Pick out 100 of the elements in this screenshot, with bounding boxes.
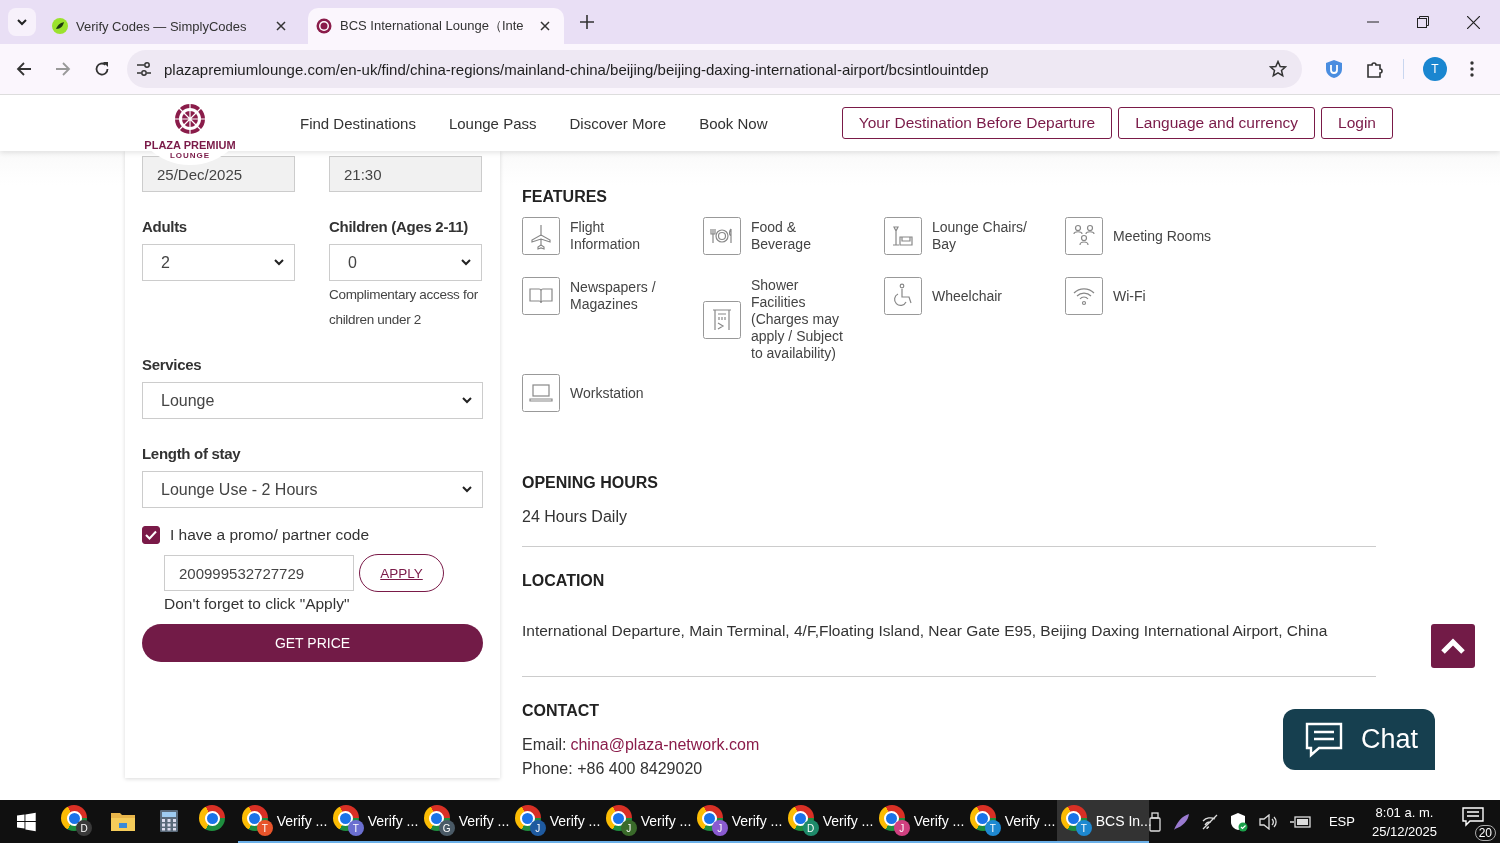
new-tab-icon[interactable] (580, 15, 594, 29)
chrome-icon (332, 805, 359, 831)
taskbar-app[interactable]: J Verify ... (874, 800, 966, 843)
field-label: Children (Ages 2-11) (329, 218, 470, 235)
windows-start-icon[interactable] (17, 811, 36, 832)
taskbar-app[interactable]: J Verify ... (601, 800, 693, 843)
plane-icon (522, 217, 560, 255)
close-icon[interactable] (1467, 16, 1480, 29)
field-label: Services (142, 356, 203, 373)
header-button[interactable]: Language and currency (1118, 107, 1316, 139)
nav-link[interactable]: Lounge Pass (448, 114, 537, 132)
services-select[interactable]: Lounge (142, 382, 483, 419)
chat-bubble-icon (1303, 721, 1345, 758)
feature-label: Shower Facilities (Charges may apply / Subject to availability) (751, 277, 844, 362)
chevron-down-icon (462, 486, 472, 493)
site-settings-icon[interactable] (136, 61, 152, 77)
section-heading: LOCATION (522, 572, 606, 590)
clock-date[interactable]: 25/12/2025 (1371, 821, 1437, 841)
checkbox[interactable] (142, 526, 160, 544)
apply-button[interactable]: APPLY (359, 554, 444, 592)
wifi-icon (1065, 277, 1103, 315)
book-icon (522, 277, 560, 315)
hint-text: Don't forget to click "Apply" (164, 595, 351, 613)
phone-text: Phone: +86 400 8429020 (522, 760, 704, 778)
nav-link[interactable]: Find Destinations (300, 114, 416, 132)
wheelchair-icon (884, 277, 922, 315)
taskbar-app[interactable]: D (53, 800, 100, 843)
taskbar-app[interactable]: T Verify ... (237, 800, 329, 843)
nav-link[interactable]: Book Now (699, 114, 768, 132)
chevron-down-icon (16, 16, 28, 28)
email-label: Email: (522, 736, 567, 754)
length-select[interactable]: Lounge Use - 2 Hours (142, 471, 483, 508)
field-label: Adults (142, 218, 188, 235)
menu-icon[interactable] (1470, 61, 1474, 77)
restore-icon[interactable] (1417, 16, 1429, 28)
section-heading: CONTACT (522, 702, 601, 720)
address-text: International Departure, Main Terminal, 4/F,Floating Island, Near Gate E95, Beijing Daxing International Airport, China (522, 622, 1329, 640)
close-icon[interactable] (540, 21, 550, 31)
browser-tab[interactable]: Verify Codes — SimplyCodes (44, 8, 300, 44)
helper-text: Complimentary access for children under 2 (329, 286, 479, 329)
adults-select[interactable]: 2 (142, 244, 295, 281)
children-select[interactable]: 0 (329, 244, 482, 281)
reload-icon[interactable] (94, 61, 110, 77)
section-heading: FEATURES (522, 188, 609, 206)
chat-button[interactable]: Chat (1283, 709, 1435, 770)
taskbar-app[interactable]: J Verify ... (692, 800, 784, 843)
email-link[interactable]: china@plaza-network.com (570, 736, 760, 754)
taskbar-app[interactable]: T BCS In... (1056, 800, 1149, 843)
feature-label: Food & Beverage (751, 219, 812, 253)
feature-label: Workstation (570, 384, 645, 402)
back-icon[interactable] (16, 61, 32, 77)
leaf-icon (52, 18, 68, 34)
shower-icon (703, 301, 741, 339)
battery-icon[interactable] (1289, 814, 1312, 829)
chrome-icon (696, 805, 723, 831)
header-button[interactable]: Login (1321, 107, 1393, 139)
tab-title: Verify Codes — SimplyCodes (76, 18, 248, 34)
chrome-icon (241, 805, 268, 831)
address-bar[interactable]: plazapremiumlounge.com/en-uk/find/china-regions/mainland-china/beijing/beijing-daxing-international-airport/bcsintlouintdep (127, 50, 1302, 88)
shield-check-icon[interactable] (1229, 811, 1248, 832)
chevron-down-icon (274, 259, 284, 266)
close-icon[interactable] (276, 21, 286, 31)
tab-list-button[interactable] (8, 8, 36, 36)
taskbar-app[interactable]: G Verify ... (419, 800, 511, 843)
puzzle-icon[interactable] (1366, 60, 1384, 78)
chrome-icon (969, 805, 996, 831)
bookmark-star-icon[interactable] (1269, 60, 1287, 78)
header-button[interactable]: Your Destination Before Departure (841, 107, 1113, 139)
people-icon (1065, 217, 1103, 255)
chrome-icon (787, 805, 814, 831)
calculator-icon (159, 809, 178, 832)
shield-icon[interactable] (1325, 59, 1343, 79)
wifi-icon[interactable] (1200, 813, 1219, 830)
forward-icon[interactable] (55, 61, 71, 77)
taskbar-app[interactable]: T Verify ... (328, 800, 420, 843)
taskbar-app[interactable]: T Verify ... (965, 800, 1057, 843)
chrome-icon (199, 805, 226, 831)
notifications-icon[interactable] (1462, 806, 1484, 827)
feature-label: Meeting Rooms (1113, 227, 1213, 245)
browser-tab[interactable]: BCS International Lounge（Inte (308, 8, 564, 44)
clock-time[interactable]: 8:01 a. m. (1375, 802, 1434, 822)
chrome-icon (423, 805, 450, 831)
chevron-down-icon (461, 259, 471, 266)
logo-name: PLAZA PREMIUM (144, 139, 236, 151)
language-indicator[interactable]: ESP (1328, 814, 1355, 829)
nav-link[interactable]: Discover More (569, 114, 667, 132)
chrome-icon (1060, 805, 1087, 831)
time-field[interactable]: 21:30 (329, 156, 482, 192)
taskbar-app[interactable]: D Verify ... (783, 800, 875, 843)
feather-icon[interactable] (1171, 812, 1190, 831)
plate-cutlery-icon (703, 217, 741, 255)
chevron-down-icon (462, 397, 472, 404)
taskbar-app[interactable]: J Verify ... (510, 800, 602, 843)
scroll-to-top-button[interactable] (1431, 624, 1475, 668)
promo-code-field[interactable]: 200999532727729 (164, 555, 354, 591)
feature-label: Flight Information (570, 219, 642, 253)
profile-avatar[interactable]: T (1423, 57, 1447, 81)
get-price-button[interactable]: GET PRICE (142, 624, 483, 662)
section-heading: OPENING HOURS (522, 474, 659, 492)
speaker-icon[interactable] (1258, 813, 1279, 830)
